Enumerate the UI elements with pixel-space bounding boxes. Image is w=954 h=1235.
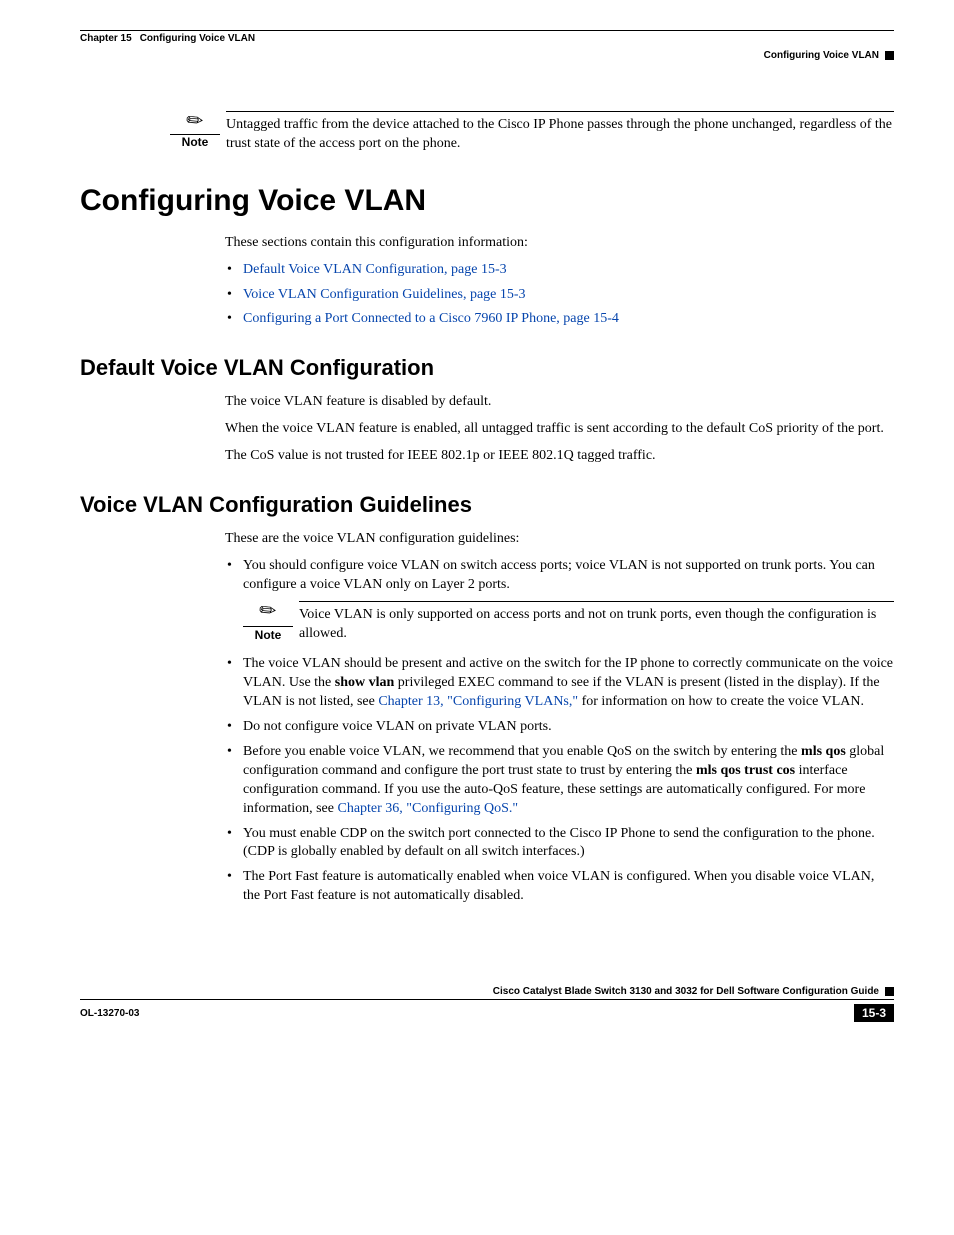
note-block: ✎ Note Untagged traffic from the device … xyxy=(170,111,894,154)
list-item: Configuring a Port Connected to a Cisco … xyxy=(225,310,894,329)
page-footer: Cisco Catalyst Blade Switch 3130 and 303… xyxy=(80,986,894,1022)
xref-link[interactable]: Default Voice VLAN Configuration, page 1… xyxy=(243,262,507,277)
command-name: show vlan xyxy=(335,675,395,690)
section-heading-default: Default Voice VLAN Configuration xyxy=(80,355,894,381)
xref-link[interactable]: Chapter 36, "Configuring QoS." xyxy=(337,801,518,816)
bullet-text: Do not configure voice VLAN on private V… xyxy=(243,719,552,734)
note-label: Note xyxy=(255,628,282,642)
pencil-icon: ✎ xyxy=(255,598,281,624)
header-rule xyxy=(80,30,894,31)
bullet-text: You must enable CDP on the switch port c… xyxy=(243,826,875,860)
bullet-text-part: Before you enable voice VLAN, we recomme… xyxy=(243,744,801,759)
list-item: You must enable CDP on the switch port c… xyxy=(225,825,894,863)
section-name: Configuring Voice VLAN xyxy=(764,50,879,61)
list-item: Before you enable voice VLAN, we recomme… xyxy=(225,743,894,819)
list-item: The Port Fast feature is automatically e… xyxy=(225,868,894,906)
header-marker-icon xyxy=(885,51,894,60)
bullet-text: The Port Fast feature is automatically e… xyxy=(243,869,874,903)
doc-number: OL-13270-03 xyxy=(80,1008,139,1019)
book-title: Cisco Catalyst Blade Switch 3130 and 303… xyxy=(493,986,879,997)
pencil-icon: ✎ xyxy=(182,108,208,134)
paragraph: The CoS value is not trusted for IEEE 80… xyxy=(225,447,894,466)
note-text: Untagged traffic from the device attache… xyxy=(226,111,894,154)
note-block: ✎ Note Voice VLAN is only supported on a… xyxy=(243,601,894,646)
list-item: Default Voice VLAN Configuration, page 1… xyxy=(225,261,894,280)
footer-marker-icon xyxy=(885,987,894,996)
xref-link[interactable]: Voice VLAN Configuration Guidelines, pag… xyxy=(243,287,526,302)
chapter-label: Chapter 15 xyxy=(80,33,132,44)
command-name: mls qos xyxy=(801,744,846,759)
intro-paragraph: These sections contain this configuratio… xyxy=(225,234,894,253)
command-name: mls qos trust cos xyxy=(696,763,795,778)
xref-link[interactable]: Configuring a Port Connected to a Cisco … xyxy=(243,311,619,326)
list-item: The voice VLAN should be present and act… xyxy=(225,655,894,712)
list-item: You should configure voice VLAN on switc… xyxy=(225,557,894,646)
page-title: Configuring Voice VLAN xyxy=(80,184,894,218)
xref-link[interactable]: Chapter 13, "Configuring VLANs," xyxy=(378,694,578,709)
paragraph: The voice VLAN feature is disabled by de… xyxy=(225,393,894,412)
list-item: Voice VLAN Configuration Guidelines, pag… xyxy=(225,286,894,305)
paragraph: These are the voice VLAN configuration g… xyxy=(225,530,894,549)
bullet-text: You should configure voice VLAN on switc… xyxy=(243,558,875,592)
bullet-text-part: for information on how to create the voi… xyxy=(578,694,864,709)
note-text: Voice VLAN is only supported on access p… xyxy=(299,601,894,644)
page-number-badge: 15-3 xyxy=(854,1004,894,1022)
paragraph: When the voice VLAN feature is enabled, … xyxy=(225,420,894,439)
header-section-right: Configuring Voice VLAN xyxy=(80,50,894,61)
list-item: Do not configure voice VLAN on private V… xyxy=(225,718,894,737)
chapter-title: Configuring Voice VLAN xyxy=(140,33,255,44)
section-heading-guidelines: Voice VLAN Configuration Guidelines xyxy=(80,492,894,518)
page-header: Chapter 15 Configuring Voice VLAN xyxy=(80,33,894,44)
note-label: Note xyxy=(182,135,209,149)
